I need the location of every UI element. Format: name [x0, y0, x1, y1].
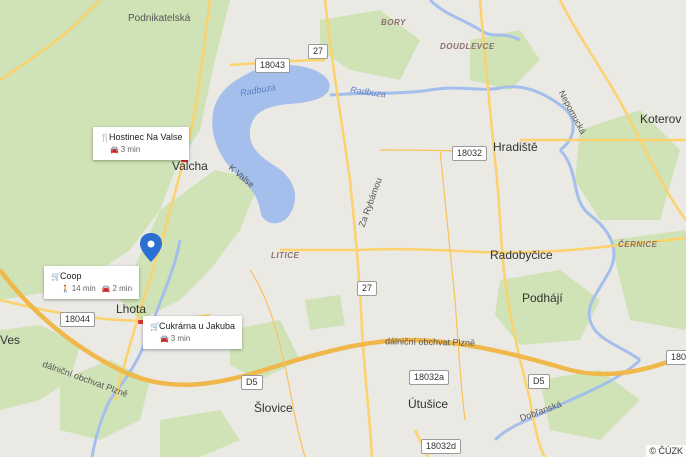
- road-shield-18032a: 18032a: [409, 370, 450, 385]
- poi-name: Cukrárna u Jakuba: [159, 321, 236, 331]
- place-slovice: Šlovice: [254, 401, 293, 415]
- place-radobycice: Radobyčice: [490, 248, 553, 262]
- poi-travel-time: 14 min: [71, 284, 96, 293]
- road-shield-d5-right: D5: [528, 374, 550, 389]
- shopping-cart-icon: 🛒: [150, 322, 160, 331]
- place-bory: BORY: [381, 18, 406, 27]
- road-shield-27-top: 27: [308, 44, 329, 59]
- highway-label-east: dálniční obchvat Plzně: [384, 336, 476, 348]
- road-shield-d5-left: D5: [241, 375, 263, 390]
- place-koterov: Koterov: [640, 112, 682, 126]
- place-litice: LITICE: [271, 251, 300, 260]
- poi-name: Coop: [60, 271, 82, 281]
- poi-travel-time: 3 min: [170, 334, 191, 343]
- road-shield-18032d: 18032d: [421, 439, 462, 454]
- car-icon: 🚘: [101, 286, 111, 293]
- road-shield-18044: 18044: [60, 312, 96, 327]
- shopping-cart-icon: 🛒: [51, 272, 61, 281]
- poi-card-coop[interactable]: 🛒Coop 🚶 14 min 🚘 2 min: [44, 266, 140, 299]
- walk-icon: 🚶: [61, 286, 70, 293]
- restaurant-icon: 🍴: [100, 133, 110, 142]
- car-icon: 🚘: [160, 336, 169, 343]
- car-icon: 🚘: [110, 147, 119, 154]
- poi-card-hostinec[interactable]: 🍴Hostinec Na Valse 🚘 3 min: [93, 127, 190, 160]
- poi-name: Hostinec Na Valse: [109, 132, 183, 142]
- place-podnikatelska: Podnikatelská: [128, 13, 191, 24]
- place-hradiste: Hradiště: [493, 140, 538, 154]
- poi-travel-time: 2 min: [112, 284, 133, 293]
- road-shield-18032: 18032: [452, 146, 488, 161]
- place-lhota: Lhota: [116, 302, 147, 316]
- road-shield-18043: 18043: [255, 58, 291, 73]
- place-podhaji: Podhájí: [522, 291, 563, 305]
- place-cernice: ČERNICE: [618, 240, 658, 249]
- place-valcha: Valcha: [172, 159, 208, 173]
- place-doudlevce: DOUDLEVCE: [440, 42, 495, 51]
- road-shield-27-mid: 27: [357, 281, 378, 296]
- place-utusice: Útušice: [408, 397, 449, 411]
- place-ves: Ves: [0, 333, 21, 347]
- poi-card-cukrarna[interactable]: 🛒Cukrárna u Jakuba 🚘 3 min: [143, 316, 243, 349]
- map-view[interactable]: Podnikatelská BORY DOUDLEVCE Koterov Hra…: [0, 0, 686, 457]
- road-shield-180: 180: [666, 350, 686, 365]
- copyright-notice[interactable]: © ČÚZK: [646, 445, 686, 457]
- poi-travel-time: 3 min: [120, 145, 141, 154]
